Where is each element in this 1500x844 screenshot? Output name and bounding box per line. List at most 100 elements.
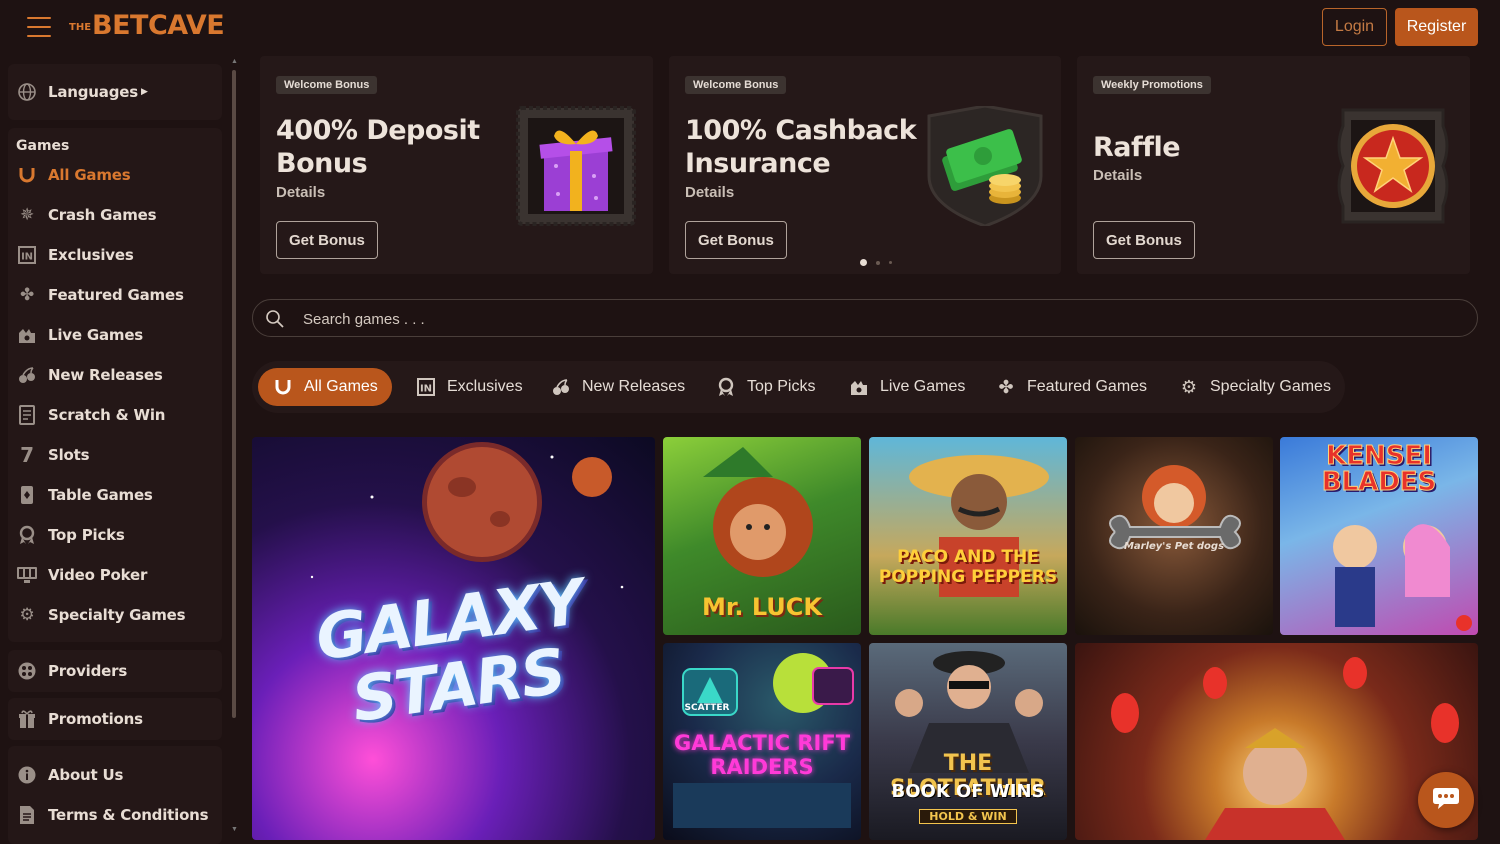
game-tile-galactic-rift-raiders[interactable]: SCATTER GALACTIC RIFT RAIDERS [663, 643, 861, 840]
info-icon [16, 764, 38, 786]
sidebar-item-label: Live Games [48, 326, 144, 344]
sidebar-item-label: New Releases [48, 366, 163, 384]
carousel-dot-2[interactable] [876, 260, 880, 265]
tab-live-games[interactable]: Live Games [834, 368, 979, 406]
promo-details-link[interactable]: Details [276, 184, 325, 201]
promo-title-line2: Insurance [685, 148, 831, 179]
promo-details-link[interactable]: Details [685, 184, 734, 201]
exclusive-icon: IN [415, 376, 437, 398]
hamburger-menu-icon[interactable] [27, 17, 51, 37]
sidebar-item-all-games[interactable]: All Games [16, 163, 131, 187]
sidebar-item-label: Exclusives [48, 246, 134, 264]
sidebar-item-top-picks[interactable]: Top Picks [16, 523, 125, 547]
tab-label: Specialty Games [1210, 378, 1331, 395]
svg-text:IN: IN [420, 384, 432, 395]
game-tile-fortune[interactable] [1075, 643, 1478, 840]
live-icon [848, 376, 870, 398]
carousel-dot-3[interactable] [889, 261, 892, 264]
chat-button[interactable] [1418, 772, 1474, 828]
tab-label: All Games [304, 378, 378, 395]
cherries-icon [550, 376, 572, 398]
sidebar-item-video-poker[interactable]: Video Poker [16, 563, 147, 587]
sidebar-item-crash-games[interactable]: ✵ Crash Games [16, 203, 157, 227]
register-button[interactable]: Register [1395, 8, 1478, 46]
sidebar-item-exclusives[interactable]: IN Exclusives [16, 243, 134, 267]
svg-text:IN: IN [21, 252, 33, 263]
game-tile-paco[interactable]: PACO AND THE POPPING PEPPERS [869, 437, 1067, 635]
tab-all-games[interactable]: All Games [258, 368, 392, 406]
sidebar-item-live-games[interactable]: Live Games [16, 323, 143, 347]
sidebar-item-scratch-win[interactable]: Scratch & Win [16, 403, 165, 427]
sidebar-item-providers[interactable]: Providers [16, 659, 127, 683]
game-subtitle: BOOK OF WINS [891, 781, 1045, 802]
horseshoe-icon [16, 164, 38, 186]
scroll-down-icon[interactable]: ▼ [231, 826, 238, 833]
tab-specialty-games[interactable]: ⚙ Specialty Games [1164, 368, 1345, 406]
providers-icon [16, 660, 38, 682]
cash-coins-icon [925, 104, 1045, 228]
providers-block: Providers [8, 650, 222, 692]
game-tile-mr-luck[interactable]: Mr. LUCK [663, 437, 861, 635]
languages-menu[interactable]: Languages ▶ [16, 80, 148, 104]
chat-bubble-icon [1432, 786, 1460, 815]
get-bonus-button[interactable]: Get Bonus [685, 221, 787, 259]
search-input[interactable] [303, 308, 1403, 330]
star-coin-icon [1333, 106, 1453, 226]
promo-title: Raffle [1093, 132, 1181, 163]
promo-details-link[interactable]: Details [1093, 167, 1142, 184]
carousel-dot-1[interactable] [860, 259, 867, 266]
horseshoe-icon [272, 376, 294, 398]
gift-icon [16, 708, 38, 730]
sidebar-item-promotions[interactable]: Promotions [16, 707, 143, 731]
sidebar-item-label: About Us [48, 766, 124, 784]
tab-label: Live Games [880, 378, 966, 395]
cherries-icon [16, 364, 38, 386]
tab-new-releases[interactable]: New Releases [536, 368, 699, 406]
sidebar-item-terms[interactable]: Terms & Conditions [16, 803, 209, 827]
sidebar-scrollbar[interactable]: ▲ ▼ [231, 58, 238, 834]
betcave-logo[interactable]: THE BETCAVE [69, 10, 225, 41]
sidebar-item-label: Terms & Conditions [48, 806, 209, 824]
sidebar-item-new-releases[interactable]: New Releases [16, 363, 163, 387]
sidebar-item-label: Promotions [48, 710, 143, 728]
game-tile-galaxy-stars[interactable]: GALAXY STARS [252, 437, 655, 840]
sidebar-item-slots[interactable]: 7 Slots [16, 443, 89, 467]
sidebar-item-featured-games[interactable]: ✤ Featured Games [16, 283, 184, 307]
game-tile-kensei-blades[interactable]: KENSEI BLADES [1280, 437, 1478, 635]
sidebar-item-label: Scratch & Win [48, 406, 166, 424]
scrollbar-thumb[interactable] [232, 70, 236, 718]
get-bonus-button[interactable]: Get Bonus [1093, 221, 1195, 259]
login-button[interactable]: Login [1322, 8, 1387, 46]
sidebar-item-label: Providers [48, 662, 128, 680]
game-tile-marleys-pet-dogs[interactable]: Marley's Pet dogs [1075, 437, 1273, 635]
game-title: Marley's Pet dogs [1123, 541, 1225, 552]
scroll-up-icon[interactable]: ▲ [231, 58, 238, 65]
clover-icon: ✤ [998, 376, 1014, 397]
sidebar-item-specialty-games[interactable]: ⚙ Specialty Games [16, 603, 185, 627]
tab-exclusives[interactable]: IN Exclusives [401, 368, 537, 406]
sidebar-item-table-games[interactable]: Table Games [16, 483, 153, 507]
get-bonus-button[interactable]: Get Bonus [276, 221, 378, 259]
tab-top-picks[interactable]: Top Picks [701, 368, 829, 406]
promo-card-cashback: Welcome Bonus 100% Cashback Insurance De… [669, 56, 1061, 274]
hold-win-badge: HOLD & WIN [919, 809, 1017, 824]
sidebar-item-label: Crash Games [48, 206, 157, 224]
game-title: PACO AND THE POPPING PEPPERS [878, 547, 1058, 587]
game-tile-slotfather[interactable]: THE SLOTFATHER BOOK OF WINS HOLD & WIN [869, 643, 1067, 840]
tab-featured-games[interactable]: ✤ Featured Games [981, 368, 1161, 406]
carousel-dots [860, 259, 892, 266]
monitor-icon [16, 564, 38, 586]
sidebar-item-label: All Games [48, 166, 131, 184]
gear-icon: ⚙ [19, 605, 35, 625]
game-title: KENSEI BLADES [1321, 441, 1437, 497]
clover-icon: ✤ [19, 285, 35, 305]
tab-label: Top Picks [747, 378, 816, 395]
sidebar-item-label: Featured Games [48, 286, 184, 304]
scatter-badge: SCATTER [684, 703, 730, 713]
sidebar-item-about-us[interactable]: About Us [16, 763, 123, 787]
game-title: Mr. LUCK [702, 593, 822, 621]
scratch-icon [16, 404, 38, 426]
promo-title: 400% Deposit [276, 115, 480, 146]
promo-tag: Weekly Promotions [1093, 76, 1211, 94]
sidebar-item-label: Table Games [48, 486, 153, 504]
